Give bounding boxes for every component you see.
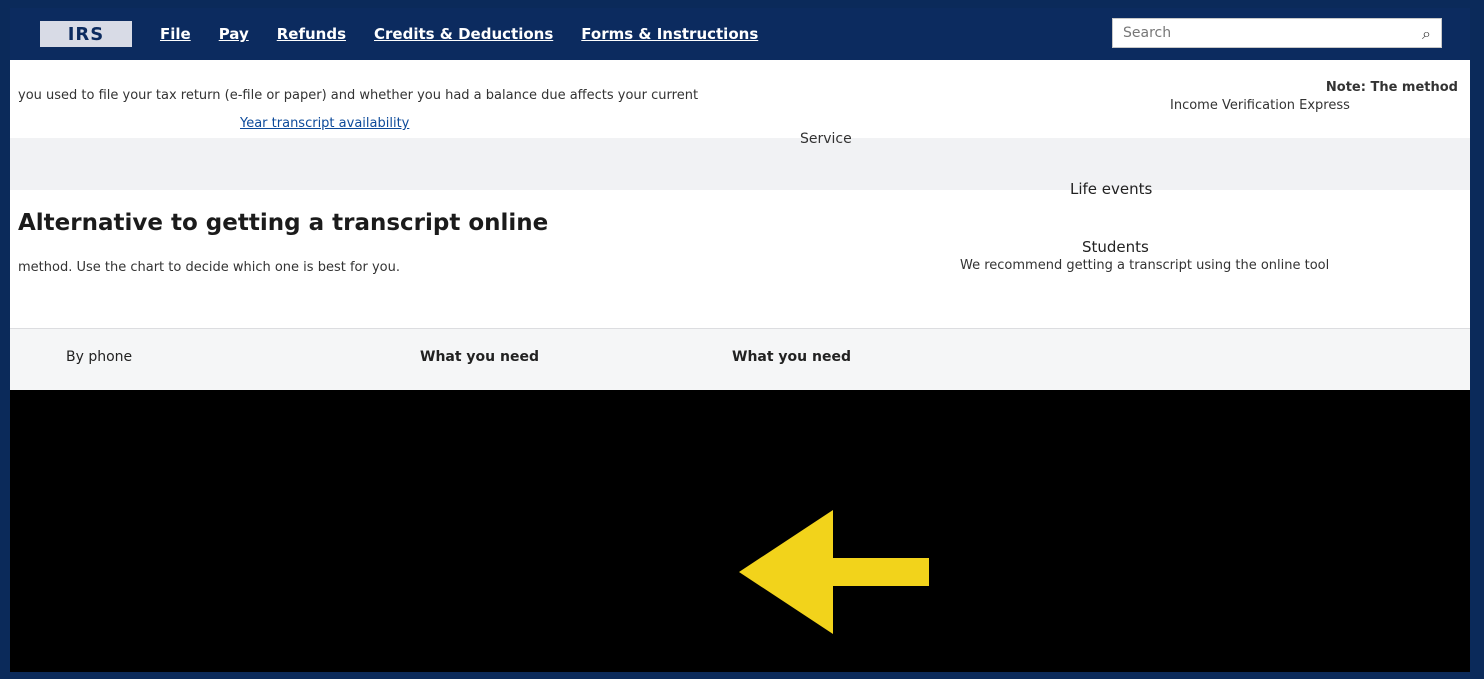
income-verification-link[interactable]: Income Verification Express [1170,98,1350,113]
nav-link-pay[interactable]: Pay [219,25,249,43]
note-label: Note: The method [1325,80,1458,95]
irs-logo[interactable]: IRS [40,21,132,47]
top-nav: IRS File Pay Refunds Credits & Deduction… [10,8,1470,60]
nav-link-forms-instructions[interactable]: Forms & Instructions [581,25,758,43]
method-paragraph: method. Use the chart to decide which on… [18,260,400,275]
nav-link-file[interactable]: File [160,25,191,43]
search-placeholder: Search [1123,25,1172,41]
section-band [10,138,1470,190]
table-cell: What you need [732,349,851,365]
table-cell: What you need [420,349,539,365]
search-icon[interactable]: ⌕ [1422,24,1431,44]
comparison-table-header: By phone What you need What you need [10,328,1470,391]
black-overlay [10,390,1470,672]
nav-link-credits-deductions[interactable]: Credits & Deductions [374,25,553,43]
transcript-availability-link[interactable]: Year transcript availability [240,116,409,131]
table-cell: By phone [66,349,133,365]
students-link[interactable]: Students [1082,238,1149,256]
service-label: Service [800,131,852,147]
nav-link-refunds[interactable]: Refunds [277,25,346,43]
main-content: you used to file your tax return (e-file… [10,60,1470,400]
recommend-paragraph: We recommend getting a transcript using … [960,258,1330,273]
screenshot-frame: IRS File Pay Refunds Credits & Deduction… [10,8,1470,672]
search-input[interactable]: Search ⌕ [1112,18,1442,48]
page-heading: Alternative to getting a transcript onli… [18,210,549,236]
life-events-link[interactable]: Life events [1070,180,1152,198]
left-arrow-icon [739,510,929,634]
intro-paragraph: you used to file your tax return (e-file… [18,88,699,103]
